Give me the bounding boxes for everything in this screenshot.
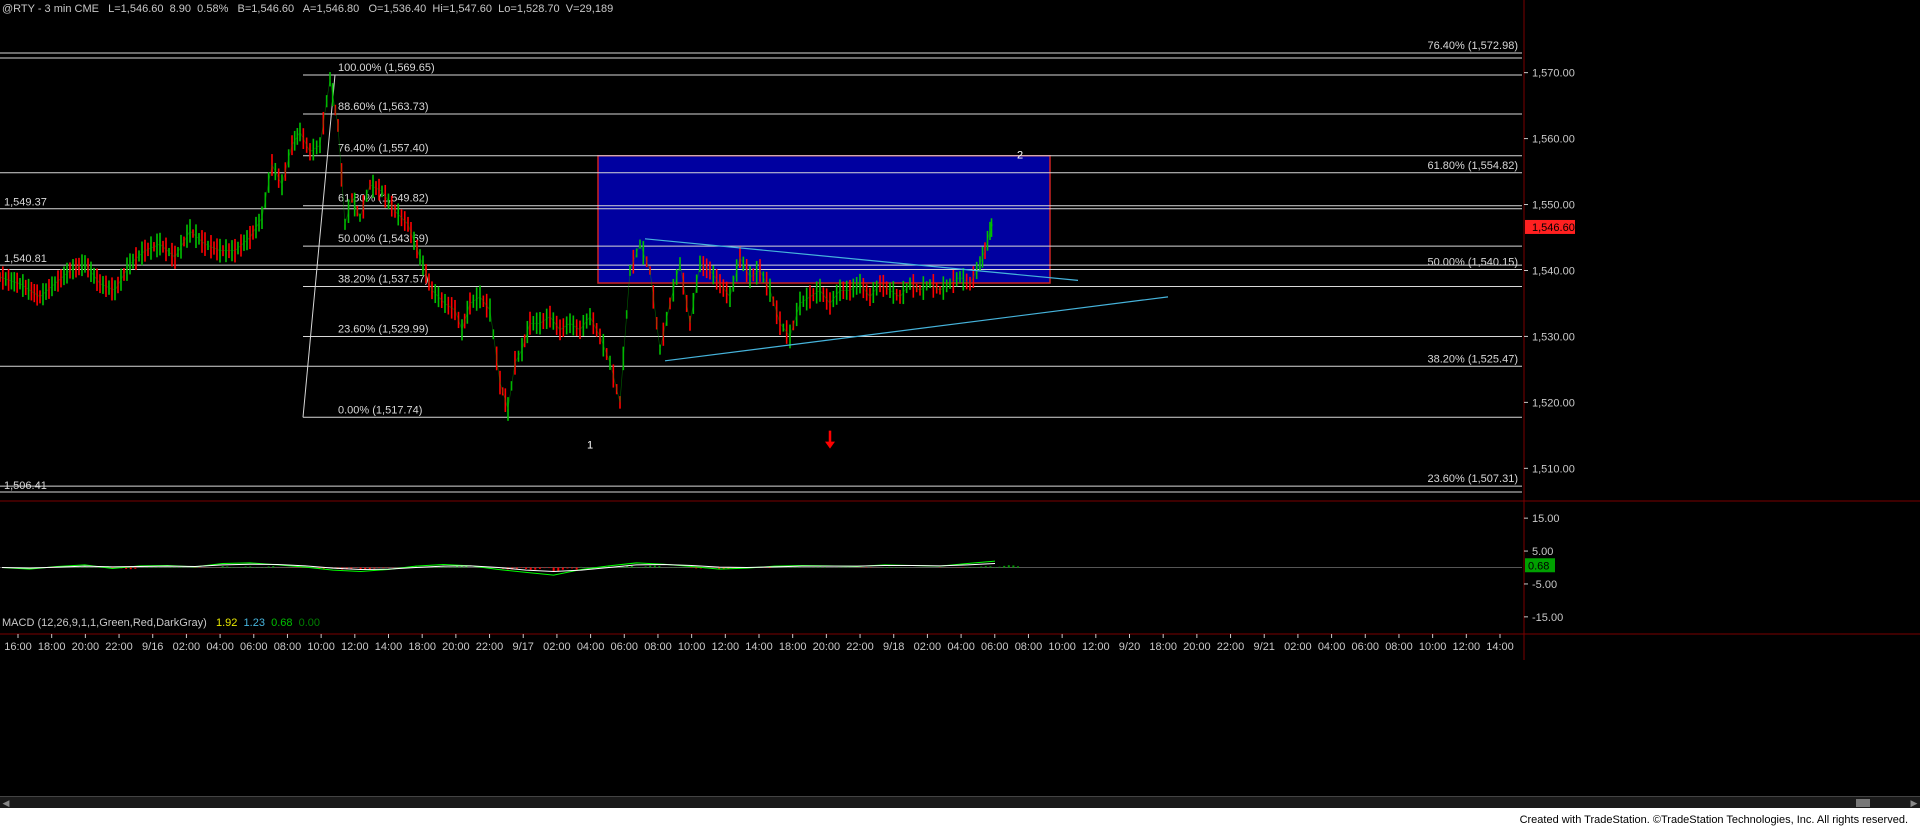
last-price-label: 1,546.60	[1532, 222, 1575, 234]
time-tick-label: 10:00	[1048, 641, 1076, 653]
time-tick-label: 02:00	[173, 641, 201, 653]
time-tick-label: 08:00	[644, 641, 672, 653]
macd-line	[1, 560, 996, 576]
price-tick-label: 1,560.00	[1532, 134, 1575, 146]
time-tick-label: 20:00	[72, 641, 100, 653]
footer-credit: Created with TradeStation. ©TradeStation…	[1515, 814, 1912, 826]
time-tick-label: 06:00	[240, 641, 268, 653]
fib-right-label: 76.40% (1,572.98)	[1427, 40, 1518, 52]
macd-value-4: 0.00	[298, 617, 321, 629]
fib-left-label: 23.60% (1,529.99)	[338, 323, 429, 335]
quote-header: @RTY - 3 min CME L=1,546.60 8.90 0.58% B…	[2, 3, 613, 15]
time-tick-label: 20:00	[442, 641, 470, 653]
macd-tick-label: 15.00	[1532, 513, 1560, 525]
bid-price: B=1,546.60	[237, 3, 295, 15]
price-chart[interactable]: 100.00% (1,569.65) 88.60% (1,563.73) 76.40…	[0, 0, 1920, 796]
macd-last-label: 0.68	[1528, 560, 1549, 572]
time-tick-label: 9/16	[142, 641, 163, 653]
time-tick-label: 9/18	[883, 641, 904, 653]
level-label: 1,540.81	[4, 253, 47, 265]
time-tick-label: 08:00	[1385, 641, 1413, 653]
time-tick-label: 18:00	[38, 641, 66, 653]
time-tick-label: 04:00	[577, 641, 605, 653]
time-tick-label: 02:00	[543, 641, 571, 653]
time-tick-label: 08:00	[274, 641, 302, 653]
time-tick-label: 10:00	[1419, 641, 1447, 653]
fib-right-label: 50.00% (1,540.15)	[1427, 256, 1518, 268]
time-tick-label: 04:00	[206, 641, 234, 653]
fib-left-label: 0.00% (1,517.74)	[338, 404, 422, 416]
time-tick-label: 02:00	[914, 641, 942, 653]
time-tick-label: 12:00	[341, 641, 369, 653]
level-label: 1,549.37	[4, 197, 47, 209]
last-price: L=1,546.60	[108, 3, 164, 15]
time-tick-label: 20:00	[1183, 641, 1211, 653]
macd-tick-label: 5.00	[1532, 546, 1553, 558]
price-tick-label: 1,520.00	[1532, 397, 1575, 409]
symbol-label: @RTY - 3 min CME	[2, 3, 99, 15]
wave-label: 1	[587, 440, 593, 452]
scroll-thumb[interactable]	[1856, 799, 1870, 807]
time-tick-label: 12:00	[1453, 641, 1481, 653]
fib-right-label: 61.80% (1,554.82)	[1427, 160, 1518, 172]
net-change: 8.90	[169, 3, 192, 15]
time-tick-label: 12:00	[712, 641, 740, 653]
macd-label: MACD (12,26,9,1,1,Green,Red,DarkGray)	[2, 617, 207, 629]
time-tick-label: 06:00	[1352, 641, 1380, 653]
time-tick-label: 22:00	[476, 641, 504, 653]
macd-value-1: 1.92	[215, 617, 238, 629]
time-tick-label: 04:00	[1318, 641, 1346, 653]
price-tick-label: 1,540.00	[1532, 265, 1575, 277]
time-tick-label: 9/17	[513, 641, 534, 653]
time-tick-label: 20:00	[813, 641, 841, 653]
time-tick-label: 9/20	[1119, 641, 1140, 653]
time-tick-label: 18:00	[779, 641, 807, 653]
fib-left-label: 76.40% (1,557.40)	[338, 143, 429, 155]
trendline	[664, 296, 1169, 362]
macd-tick-label: -15.00	[1532, 612, 1563, 624]
time-tick-label: 14:00	[745, 641, 773, 653]
time-tick-label: 12:00	[1082, 641, 1110, 653]
macd-header: MACD (12,26,9,1,1,Green,Red,DarkGray) 1.…	[2, 617, 320, 629]
time-tick-label: 06:00	[981, 641, 1009, 653]
macd-tick-label: -5.00	[1532, 579, 1557, 591]
price-tick-label: 1,510.00	[1532, 463, 1575, 475]
pct-change: 0.58%	[197, 3, 229, 15]
time-tick-label: 9/21	[1254, 641, 1275, 653]
price-tick-label: 1,570.00	[1532, 68, 1575, 80]
fib-left-label: 88.60% (1,563.73)	[338, 101, 429, 113]
time-tick-label: 10:00	[678, 641, 706, 653]
time-tick-label: 22:00	[1217, 641, 1245, 653]
time-tick-label: 14:00	[375, 641, 403, 653]
fib-left-label: 38.20% (1,537.57)	[338, 274, 429, 286]
time-tick-label: 22:00	[105, 641, 133, 653]
level-label: 1,506.41	[4, 480, 47, 492]
chart-root: 100.00% (1,569.65) 88.60% (1,563.73) 76.40…	[0, 0, 1920, 828]
time-tick-label: 18:00	[1149, 641, 1177, 653]
macd-value-3: 0.68	[271, 617, 293, 629]
time-tick-label: 06:00	[611, 641, 639, 653]
time-tick-label: 10:00	[307, 641, 335, 653]
low-price: Lo=1,528.70	[498, 3, 560, 15]
volume: V=29,189	[565, 3, 614, 15]
time-tick-label: 02:00	[1284, 641, 1312, 653]
price-tick-label: 1,550.00	[1532, 200, 1575, 212]
ask-price: A=1,546.80	[302, 3, 360, 15]
time-tick-label: 16:00	[4, 641, 32, 653]
time-tick-label: 08:00	[1015, 641, 1043, 653]
time-tick-label: 04:00	[947, 641, 975, 653]
fib-right-label: 38.20% (1,525.47)	[1427, 353, 1518, 365]
time-tick-label: 14:00	[1486, 641, 1514, 653]
time-tick-label: 18:00	[408, 641, 436, 653]
wave-label: 2	[1017, 149, 1023, 161]
fib-right-label: 23.60% (1,507.31)	[1427, 473, 1518, 485]
high-price: Hi=1,547.60	[432, 3, 493, 15]
fib-left-label: 100.00% (1,569.65)	[338, 62, 435, 74]
down-arrow-head-icon	[825, 441, 835, 449]
price-tick-label: 1,530.00	[1532, 331, 1575, 343]
macd-value-2: 1.23	[243, 617, 265, 629]
open-price: O=1,536.40	[368, 3, 427, 15]
time-tick-label: 22:00	[846, 641, 874, 653]
